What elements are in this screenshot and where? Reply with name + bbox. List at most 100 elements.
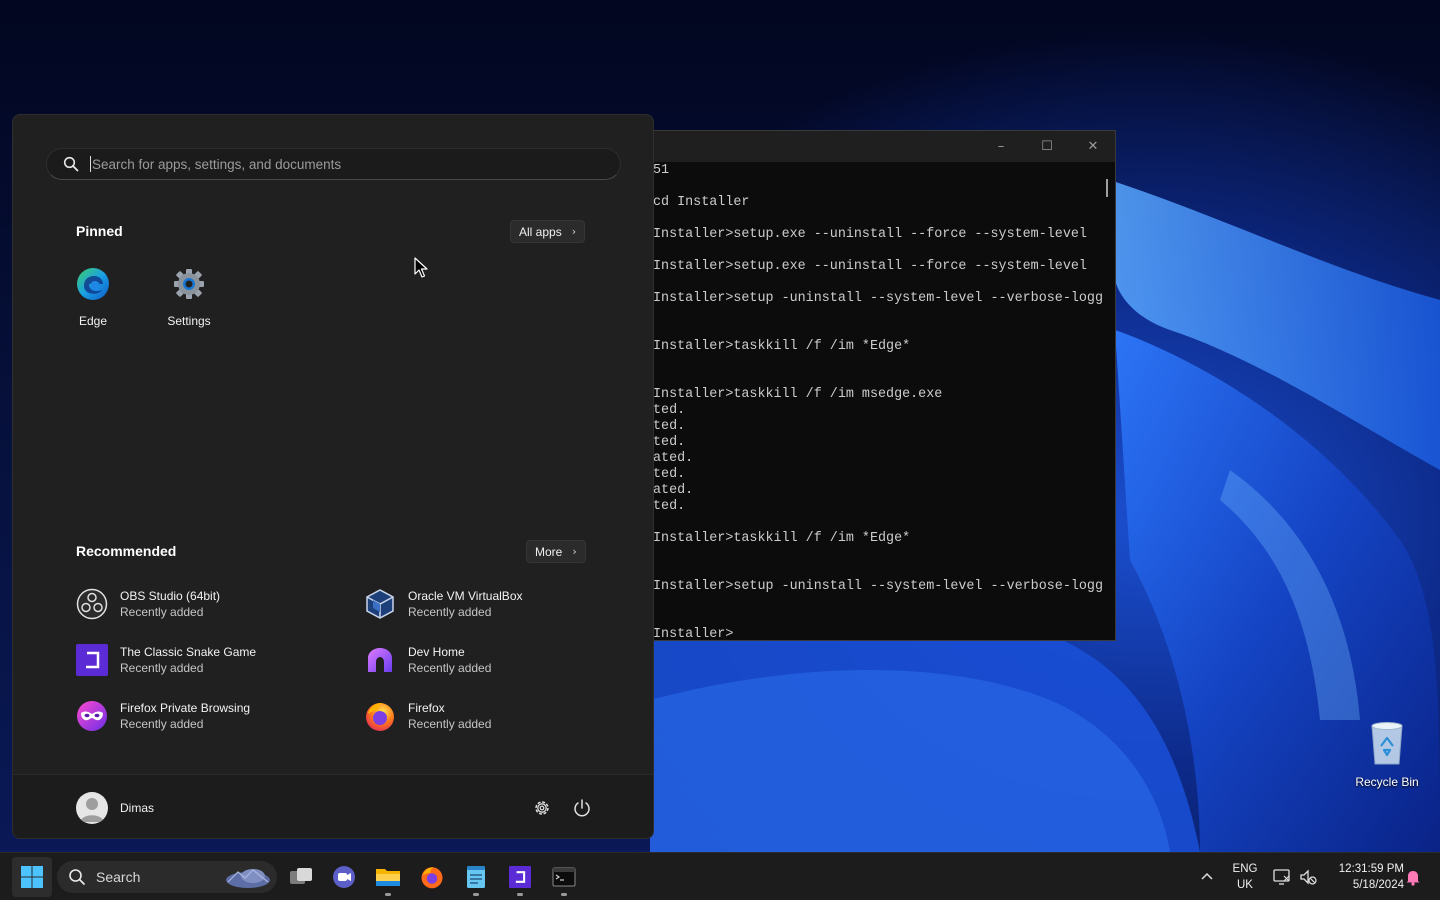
recommended-item-subtitle: Recently added — [120, 661, 204, 675]
recommended-item-name: OBS Studio (64bit) — [120, 589, 221, 603]
settings-gear-icon[interactable] — [531, 797, 553, 819]
chevron-right-icon: › — [571, 225, 577, 238]
recommended-item-firefox-private[interactable]: Firefox Private Browsing Recently added — [76, 696, 346, 736]
console-line: Installer>setup.exe --uninstall --force … — [653, 259, 1087, 274]
console-line: ated. — [653, 483, 694, 498]
recommended-item-virtualbox[interactable]: Oracle VM VirtualBox Recently added — [364, 584, 634, 624]
running-indicator — [561, 893, 567, 896]
more-button[interactable]: More › — [526, 540, 586, 563]
console-scrollbar[interactable] — [1106, 179, 1108, 197]
console-window[interactable]: – ☐ ✕ 51 cd Installer Installer>setup.exe … — [600, 130, 1116, 641]
more-label: More — [535, 544, 563, 559]
console-line: ted. — [653, 499, 686, 514]
start-search-box[interactable] — [46, 148, 621, 180]
speaker-muted-icon[interactable] — [1298, 867, 1318, 887]
running-indicator — [385, 893, 391, 896]
taskbar-snake-game[interactable] — [500, 857, 540, 897]
console-line: Installer>taskkill /f /im *Edge* — [653, 531, 911, 546]
taskbar-chat[interactable] — [324, 857, 364, 897]
start-search-input[interactable] — [92, 156, 592, 172]
task-view-button[interactable] — [281, 857, 321, 897]
clock-time: 12:31:59 PM — [1338, 863, 1404, 875]
recommended-item-dev-home[interactable]: Dev Home Recently added — [364, 640, 634, 680]
console-line: ted. — [653, 467, 686, 482]
recommended-item-obs[interactable]: OBS Studio (64bit) Recently added — [76, 584, 346, 624]
search-icon — [69, 869, 85, 885]
mouse-cursor-icon — [414, 257, 428, 278]
taskbar-firefox[interactable] — [412, 857, 452, 897]
region-label: UK — [1237, 879, 1253, 891]
console-line: ated. — [653, 451, 694, 466]
language-label: ENG — [1232, 863, 1258, 875]
network-display-icon[interactable] — [1272, 867, 1292, 887]
recommended-item-name: Firefox — [408, 701, 445, 715]
dev-home-icon — [368, 648, 392, 672]
snake-game-icon — [76, 644, 108, 676]
pinned-title: Pinned — [76, 223, 123, 239]
console-line: ted. — [653, 435, 686, 450]
text-caret — [90, 156, 91, 172]
settings-gear-icon — [174, 269, 204, 299]
pinned-app-label: Edge — [78, 314, 108, 328]
recycle-bin[interactable]: Recycle Bin — [1352, 720, 1422, 789]
obs-icon — [76, 588, 108, 620]
console-line: ted. — [653, 403, 686, 418]
firefox-icon — [421, 867, 443, 889]
recommended-title: Recommended — [76, 543, 177, 559]
pinned-app-settings[interactable]: Settings — [149, 266, 229, 336]
all-apps-button[interactable]: All apps › — [510, 220, 586, 243]
folder-icon — [376, 869, 400, 886]
recommended-item-firefox[interactable]: Firefox Recently added — [364, 696, 634, 736]
minimize-button[interactable]: – — [978, 131, 1024, 162]
power-icon[interactable] — [571, 797, 593, 819]
pinned-app-label: Settings — [167, 314, 211, 328]
recommended-item-subtitle: Recently added — [120, 605, 204, 619]
console-output[interactable]: 51 cd Installer Installer>setup.exe --unin… — [653, 162, 1109, 640]
chat-icon — [333, 866, 355, 888]
taskbar-file-explorer[interactable] — [368, 857, 408, 897]
search-icon — [63, 156, 79, 172]
chevron-up-icon[interactable] — [1197, 867, 1217, 887]
console-titlebar[interactable]: – ☐ ✕ — [601, 131, 1115, 162]
avatar — [76, 792, 108, 824]
start-button[interactable] — [12, 857, 52, 897]
recommended-item-subtitle: Recently added — [120, 717, 204, 731]
maximize-button[interactable]: ☐ — [1024, 131, 1070, 162]
all-apps-label: All apps — [519, 224, 562, 239]
console-line: Installer>setup -uninstall --system-leve… — [653, 291, 1103, 306]
console-line: Installer>setup -uninstall --system-leve… — [653, 579, 1103, 594]
clock[interactable]: 12:31:59 PM 5/18/2024 — [1324, 861, 1404, 893]
user-account-button[interactable]: Dimas — [76, 792, 154, 824]
taskbar-notepad[interactable] — [456, 857, 496, 897]
console-line: 51 — [653, 163, 670, 178]
recommended-item-snake-game[interactable]: The Classic Snake Game Recently added — [76, 640, 346, 680]
recommended-item-subtitle: Recently added — [408, 717, 492, 731]
task-view-icon — [290, 868, 312, 884]
edge-icon — [77, 268, 109, 300]
virtualbox-icon — [366, 589, 394, 619]
notification-bell-icon[interactable] — [1403, 867, 1423, 887]
input-language-indicator[interactable]: ENG UK — [1226, 861, 1264, 893]
pinned-app-edge[interactable]: Edge — [53, 266, 133, 336]
console-line: ted. — [653, 419, 686, 434]
recommended-item-name: The Classic Snake Game — [120, 645, 257, 659]
recommended-item-name: Firefox Private Browsing — [120, 701, 251, 715]
console-line: cd Installer — [653, 195, 750, 210]
recommended-item-name: Dev Home — [408, 645, 465, 659]
close-button[interactable]: ✕ — [1070, 131, 1116, 162]
chevron-right-icon: › — [572, 545, 577, 558]
console-line: Installer> — [653, 627, 734, 640]
clock-date: 5/18/2024 — [1352, 879, 1404, 891]
taskbar-terminal[interactable] — [544, 857, 584, 897]
terminal-icon — [552, 867, 576, 887]
notepad-icon — [467, 866, 485, 888]
taskbar-search[interactable]: Search — [57, 861, 277, 893]
recommended-item-subtitle: Recently added — [408, 605, 492, 619]
